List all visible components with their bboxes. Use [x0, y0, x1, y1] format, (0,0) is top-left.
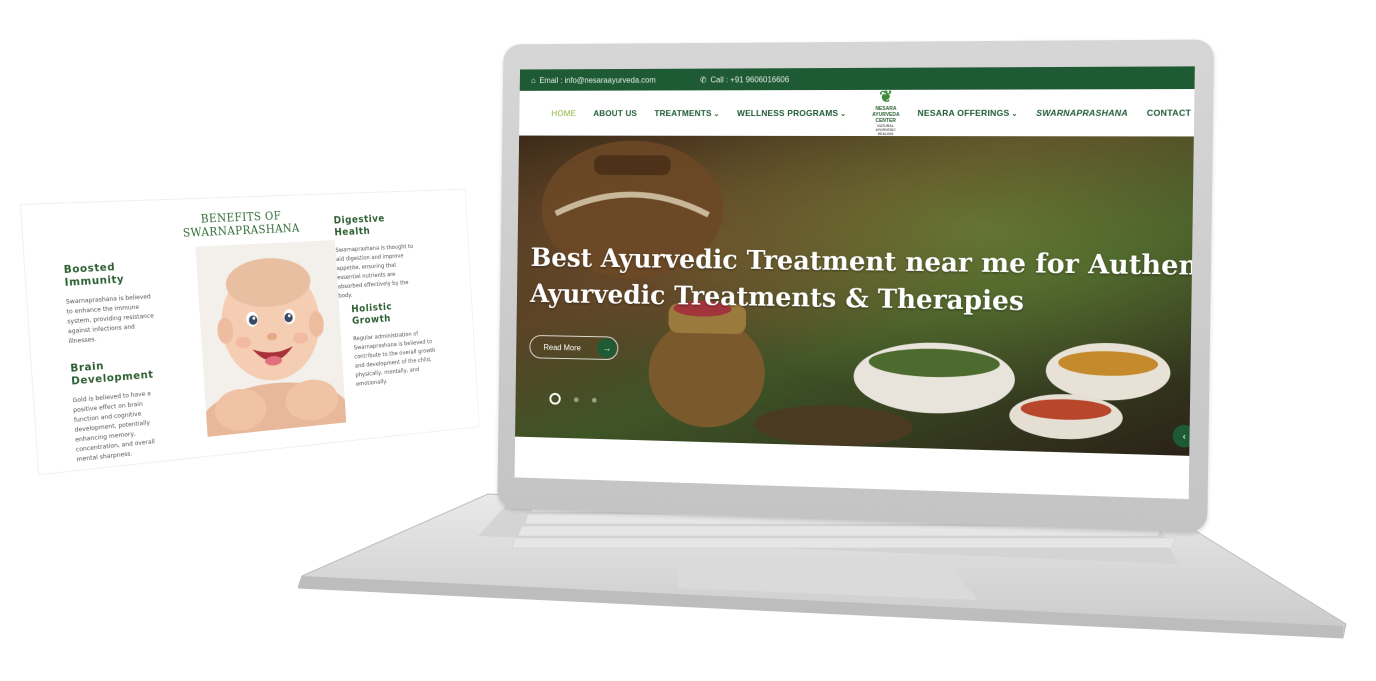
nav-about[interactable]: ABOUT US — [593, 108, 637, 118]
benefit-text: Swarnaprashana is thought to aid digesti… — [335, 242, 414, 300]
benefit-digestive: Digestive Health Swarnaprashana is thoug… — [333, 211, 421, 300]
nav-wellness-label: WELLNESS PROGRAMS — [736, 107, 839, 119]
chevron-down-icon: ⌄ — [1011, 110, 1018, 118]
nav-treatments[interactable]: TREATMENTS ⌄ — [654, 108, 719, 118]
hero-banner: Best Ayurvedic Treatment near me for Aut… — [515, 135, 1194, 456]
leaf-logo-icon: ❦ — [879, 88, 893, 106]
home-icon: ⌂ — [531, 75, 536, 85]
site-logo[interactable]: ❦ NESARA AYURVEDA CENTER NATURAL AYURVED… — [872, 88, 900, 137]
hero-title: Best Ayurvedic Treatment near me for Aut… — [530, 241, 1194, 326]
nav-treatments-label: TREATMENTS — [654, 108, 712, 119]
benefit-text: Gold is believed to have a positive effe… — [72, 389, 156, 464]
benefit-heading: Boosted Immunity — [63, 260, 125, 289]
benefit-brain: Brain Development Gold is believed to ha… — [70, 355, 169, 465]
contact-topbar: ⌂ Email : info@nesaraayurveda.com ✆ Call… — [519, 66, 1195, 91]
nav-offerings-label: NESARA OFFERINGS — [917, 107, 1010, 118]
logo-name: NESARA AYURVEDA CENTER — [872, 105, 900, 125]
topbar-email-text: Email : info@nesaraayurveda.com — [539, 75, 656, 85]
main-navigation: HOME ABOUT US TREATMENTS ⌄ WELLNESS PROGR… — [519, 88, 1195, 137]
read-more-label: Read More — [543, 342, 581, 353]
nav-contact[interactable]: CONTACT US — [1147, 108, 1195, 118]
topbar-call[interactable]: ✆ Call : +91 9606016606 — [700, 75, 789, 84]
benefit-immunity: Boosted Immunity Swarnaprashana is belie… — [63, 258, 161, 346]
slider-dots — [549, 392, 610, 406]
topbar-email[interactable]: ⌂ Email : info@nesaraayurveda.com — [531, 75, 656, 84]
benefit-heading: Digestive Health — [333, 212, 386, 239]
chevron-left-icon[interactable]: ‹ — [1172, 424, 1194, 448]
benefit-text: Swarnaprashana is believed to enhance th… — [65, 292, 154, 346]
baby-photo — [195, 240, 347, 437]
slider-dot-3[interactable] — [591, 397, 597, 403]
phone-icon: ✆ — [699, 75, 707, 84]
topbar-call-text: Call : +91 9606016606 — [710, 74, 790, 84]
chevron-down-icon: ⌄ — [713, 111, 720, 119]
laptop-screen-frame: ⌂ Email : info@nesaraayurveda.com ✆ Call… — [497, 39, 1215, 533]
benefit-heading: Holistic Growth — [350, 300, 393, 327]
benefit-text: Regular administration of Swarnaprashana… — [352, 329, 436, 388]
nav-swarnaprashana[interactable]: SWARNAPRASHANA — [1036, 108, 1128, 118]
slider-dot-2[interactable] — [573, 396, 579, 402]
nav-wellness[interactable]: WELLNESS PROGRAMS ⌄ — [737, 108, 846, 118]
chevron-down-icon: ⌄ — [840, 110, 847, 118]
nav-home[interactable]: HOME — [551, 108, 576, 118]
read-more-button[interactable]: Read More → — [529, 334, 619, 361]
nav-offerings[interactable]: NESARA OFFERINGS ⌄ — [917, 108, 1017, 118]
website-screen: ⌂ Email : info@nesaraayurveda.com ✆ Call… — [514, 66, 1195, 500]
benefit-growth: Holistic Growth Regular administration o… — [351, 298, 438, 389]
arrow-right-icon: → — [597, 338, 617, 359]
slider-dot-1[interactable] — [549, 392, 561, 405]
benefits-card: BENEFITS OF SWARNAPRASHANA Boosted Immun… — [20, 189, 479, 475]
logo-tagline: NATURAL AYURVEDIC HEALING — [875, 123, 896, 137]
